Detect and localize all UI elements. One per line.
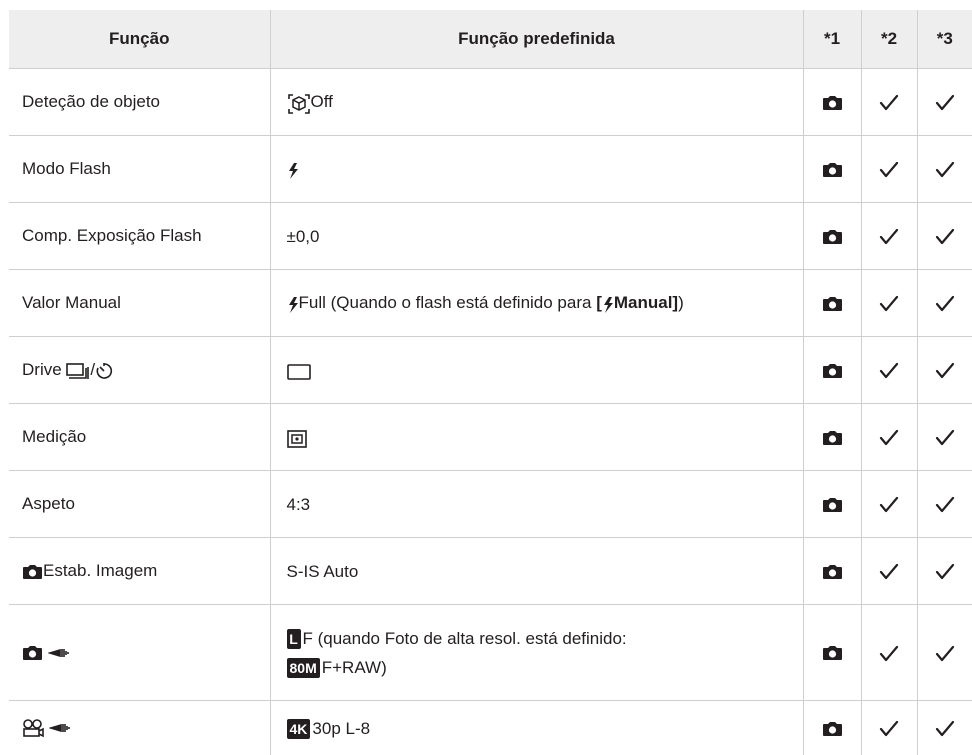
function-label: Estab. Imagem — [43, 561, 157, 580]
header-function: Função — [9, 10, 270, 69]
camera-icon — [803, 136, 861, 203]
settings-table-container: Função Função predefinida *1 *2 *3 Deteç… — [9, 10, 972, 755]
checkmark-icon — [861, 337, 917, 404]
checkmark-icon — [917, 69, 972, 136]
default-value: 30p L-8 — [312, 719, 370, 738]
camera-icon — [803, 69, 861, 136]
table-row: LF (quando Foto de alta resol. está defi… — [9, 605, 972, 701]
table-row: Estab. Imagem S-IS Auto — [9, 538, 972, 605]
80m-badge: 80M — [287, 658, 320, 678]
default-cell: 4K30p L-8 — [270, 701, 803, 755]
default-cell: ±0,0 — [270, 203, 803, 270]
camera-icon — [803, 337, 861, 404]
function-cell: Valor Manual — [9, 270, 270, 337]
table-row: 4K30p L-8 — [9, 701, 972, 755]
camera-icon — [803, 270, 861, 337]
checkmark-icon — [917, 605, 972, 701]
table-row: Drive / — [9, 337, 972, 404]
checkmark-icon — [861, 701, 917, 755]
function-cell: Modo Flash — [9, 136, 270, 203]
header-note-1: *1 — [803, 10, 861, 69]
4k-badge: 4K — [287, 719, 311, 739]
checkmark-icon — [861, 270, 917, 337]
table-header-row: Função Função predefinida *1 *2 *3 — [9, 10, 972, 69]
camera-icon — [22, 561, 43, 581]
checkmark-icon — [917, 136, 972, 203]
function-label: Drive — [22, 360, 62, 379]
sequential-shooting-icon — [66, 360, 90, 380]
table-row: Aspeto 4:3 — [9, 471, 972, 538]
movie-icon — [22, 718, 44, 739]
table-row: Modo Flash — [9, 136, 972, 203]
camera-icon — [803, 471, 861, 538]
function-cell — [9, 605, 270, 701]
single-frame-icon — [287, 356, 311, 385]
image-quality-icon — [49, 718, 71, 739]
camera-icon — [22, 643, 43, 663]
checkmark-icon — [861, 605, 917, 701]
checkmark-icon — [861, 136, 917, 203]
flash-icon — [287, 289, 299, 318]
metering-icon — [287, 423, 307, 452]
function-cell — [9, 701, 270, 755]
header-note-3: *3 — [917, 10, 972, 69]
large-size-badge: L — [287, 629, 301, 649]
header-note-2: *2 — [861, 10, 917, 69]
checkmark-icon — [861, 203, 917, 270]
checkmark-icon — [917, 701, 972, 755]
flash-icon — [602, 289, 614, 318]
function-cell: Comp. Exposição Flash — [9, 203, 270, 270]
default-cell: S-IS Auto — [270, 538, 803, 605]
default-value-suffix: ) — [678, 293, 684, 312]
header-default-function: Função predefinida — [270, 10, 803, 69]
default-cell: 4:3 — [270, 471, 803, 538]
function-cell: Drive / — [9, 337, 270, 404]
camera-icon — [803, 701, 861, 755]
default-line-1-text: F (quando Foto de alta resol. está defin… — [303, 629, 627, 648]
function-cell: Medição — [9, 404, 270, 471]
default-cell — [270, 136, 803, 203]
default-cell: Off — [270, 69, 803, 136]
function-cell: Estab. Imagem — [9, 538, 270, 605]
camera-icon — [803, 605, 861, 701]
default-value-prefix: Full (Quando o flash está definido para — [299, 293, 597, 312]
camera-icon — [803, 404, 861, 471]
camera-icon — [803, 203, 861, 270]
function-cell: Deteção de objeto — [9, 69, 270, 136]
checkmark-icon — [861, 404, 917, 471]
reset-functions-table: Função Função predefinida *1 *2 *3 Deteç… — [9, 10, 972, 755]
checkmark-icon — [917, 471, 972, 538]
default-bold-label: Manual] — [614, 293, 678, 312]
image-quality-icon — [48, 642, 70, 663]
object-detect-icon — [287, 88, 311, 117]
default-line-1: LF (quando Foto de alta resol. está defi… — [287, 624, 793, 653]
self-timer-icon — [95, 360, 113, 380]
default-cell: Full (Quando o flash está definido para … — [270, 270, 803, 337]
table-row: Medição — [9, 404, 972, 471]
flash-icon — [287, 155, 299, 184]
checkmark-icon — [917, 404, 972, 471]
default-value: Off — [311, 92, 333, 111]
table-row: Deteção de objeto Off — [9, 69, 972, 136]
checkmark-icon — [861, 69, 917, 136]
default-cell — [270, 337, 803, 404]
checkmark-icon — [917, 538, 972, 605]
camera-icon — [803, 538, 861, 605]
default-line-2: 80MF+RAW) — [287, 653, 793, 682]
checkmark-icon — [917, 270, 972, 337]
default-cell: LF (quando Foto de alta resol. está defi… — [270, 605, 803, 701]
checkmark-icon — [917, 337, 972, 404]
function-cell: Aspeto — [9, 471, 270, 538]
default-cell — [270, 404, 803, 471]
checkmark-icon — [861, 471, 917, 538]
default-line-2-text: F+RAW) — [322, 658, 387, 677]
table-row: Valor Manual Full (Quando o flash está d… — [9, 270, 972, 337]
checkmark-icon — [917, 203, 972, 270]
table-row: Comp. Exposição Flash ±0,0 — [9, 203, 972, 270]
checkmark-icon — [861, 538, 917, 605]
